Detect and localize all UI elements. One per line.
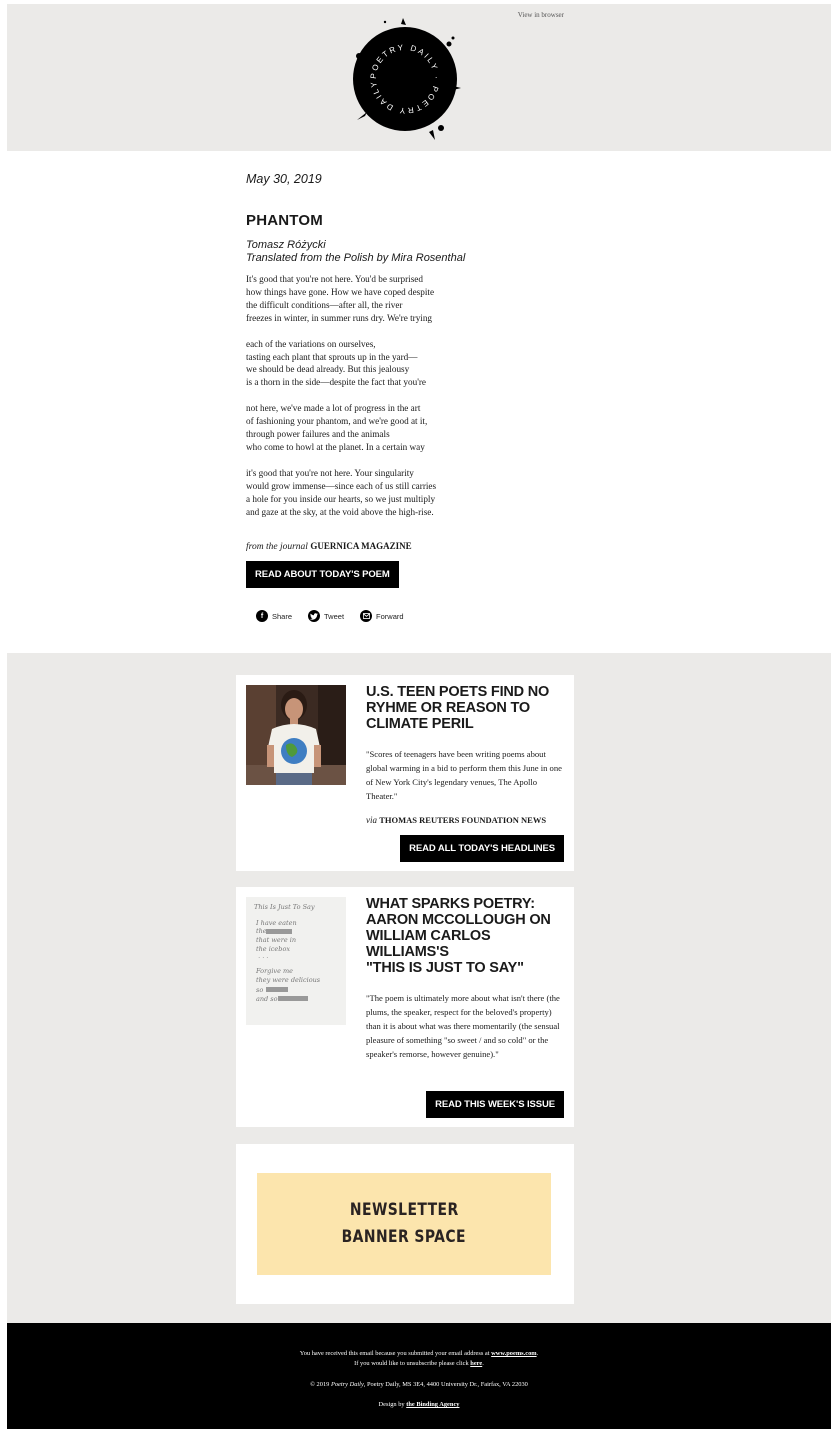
poem-line: who come to howl at the planet. In a cer… [246,441,425,452]
stanza: it's good that you're not here. Your sin… [246,467,576,519]
svg-text:the icebox: the icebox [256,945,290,953]
share-button[interactable]: f Share [256,610,292,622]
source-journal: GUERNICA MAGAZINE [310,540,412,551]
poem-line: not here, we've made a lot of progress i… [246,403,421,414]
poem-line: we should be dead already. But this jeal… [246,364,410,375]
footer-notice: You have received this email because you… [299,1350,539,1357]
read-weekly-issue-button[interactable]: READ THIS WEEK'S ISSUE [426,1091,564,1118]
poetry-daily-logo: POETRY DAILY · POETRY DAILY · [345,16,461,140]
stanza: It's good that you're not here. You'd be… [246,273,576,325]
share-label: Share [272,611,293,621]
poem-line: of fashioning your phantom, and we're go… [246,416,428,427]
poem-translator: Translated from the Polish by Mira Rosen… [246,252,466,264]
poem-line: It's good that you're not here. You'd be… [246,274,423,284]
source-prefix: from the journal [246,541,308,552]
footer: You have received this email because you… [7,1323,831,1429]
stanza: not here, we've made a lot of progress i… [246,402,576,454]
envelope-icon [360,610,373,622]
feature-card-title[interactable]: WHAT SPARKS POETRY: AARON MCCOLLOUGH ON … [366,896,566,976]
news-card-title[interactable]: U.S. TEEN POETS FIND NO RYHME OR REASON … [366,684,566,732]
poem-line: freezes in winter, in summer runs dry. W… [246,312,433,323]
poem-section: May 30, 2019 PHANTOM Tomasz Różycki Tran… [246,172,576,622]
banner-line-2: BANNER SPACE [341,1227,467,1247]
twitter-icon [308,610,321,622]
facebook-icon: f [256,610,268,622]
footer-unsubscribe: If you would like to unsubscribe please … [354,1360,484,1367]
share-bar: f Share Tweet Forward [256,610,404,622]
banner-card: NEWSLETTER BANNER SPACE [236,1144,574,1304]
binding-agency-link[interactable]: the Binding Agency [406,1401,459,1408]
news-card-excerpt: "Scores of teenagers have been writing p… [366,749,562,801]
manuscript-image: This Is Just To Say I have eaten the tha… [246,897,346,1025]
news-card-source: via THOMAS REUTERS FOUNDATION NEWS [366,815,566,825]
poem-author: Tomasz Różycki [246,239,326,251]
poem-line: is a thorn in the side—despite the fact … [246,377,426,388]
footer-copyright: © 2019 Poetry Daily, Poetry Daily, MS 3E… [310,1381,528,1388]
svg-text:This Is Just To Say: This Is Just To Say [254,903,315,911]
svg-text:· · ·: · · · [258,954,269,962]
via-prefix: via [366,815,377,825]
feature-card-excerpt: "The poem is ultimately more about what … [366,993,560,1059]
svg-text:they were delicious: they were delicious [256,976,321,984]
poem-line: each of the variations on ourselves, [246,338,376,349]
poem-line: the difficult conditions—after all, the … [246,299,403,310]
svg-text:so: so [256,986,263,994]
view-in-browser-link[interactable]: View in browser [518,11,564,19]
newsletter-banner[interactable]: NEWSLETTER BANNER SPACE [257,1173,551,1275]
poem-line: tasting each plant that sprouts up in th… [246,351,418,362]
read-about-poem-button[interactable]: READ ABOUT TODAY'S POEM [246,561,399,588]
features-section: U.S. TEEN POETS FIND NO RYHME OR REASON … [7,653,831,1323]
svg-text:and so: and so [256,995,278,1003]
poem-date: May 30, 2019 [246,172,322,186]
svg-text:that were in: that were in [256,936,296,944]
poem-line: it's good that you're not here. Your sin… [246,467,414,478]
unsubscribe-link[interactable]: here [470,1360,482,1367]
tweet-label: Tweet [324,611,345,621]
poem-title: PHANTOM [246,212,323,229]
poem-line: a hole for you inside our hearts, so we … [246,493,436,504]
poem-source: from the journal GUERNICA MAGAZINE [246,541,576,552]
poems-site-link[interactable]: www.poems.com [491,1350,536,1357]
feature-card: This Is Just To Say I have eaten the tha… [236,887,574,1127]
header: View in browser POETRY DAILY · POETRY DA… [7,4,831,151]
svg-text:the: the [256,927,267,935]
forward-button[interactable]: Forward [360,610,404,622]
footer-credit: Design by the Binding Agency [378,1401,460,1408]
tweet-button[interactable]: Tweet [308,610,344,622]
svg-text:I have eaten: I have eaten [255,919,297,927]
poem-line: through power failures and the animals [246,429,390,440]
banner-line-1: NEWSLETTER [349,1200,459,1220]
poem-line: and gaze at the sky, at the void above t… [246,506,434,517]
poem-line: how things have gone. How we have coped … [246,286,435,297]
stanza: each of the variations on ourselves, tas… [246,338,576,390]
read-headlines-button[interactable]: READ ALL TODAY'S HEADLINES [400,835,564,862]
svg-text:Forgive me: Forgive me [255,967,293,975]
via-source: THOMAS REUTERS FOUNDATION NEWS [379,815,547,825]
teen-poet-photo [246,685,346,785]
news-card: U.S. TEEN POETS FIND NO RYHME OR REASON … [236,675,574,871]
forward-label: Forward [376,611,404,621]
poem-line: would grow immense—since each of us stil… [246,480,437,491]
